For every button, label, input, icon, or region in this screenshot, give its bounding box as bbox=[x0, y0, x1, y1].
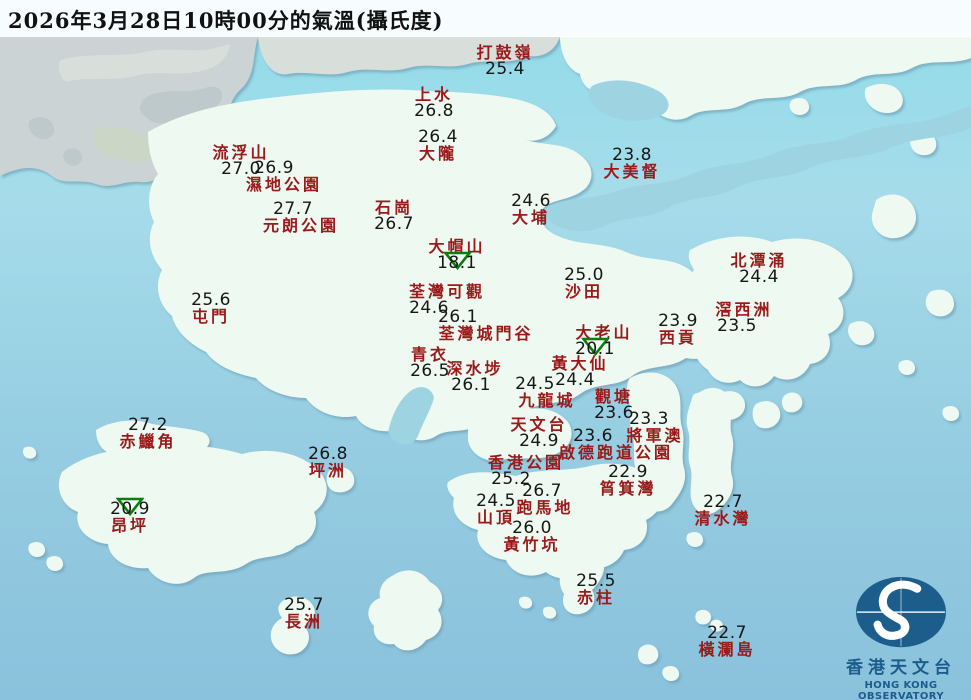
station-tai-mo-shan: 大帽山18.1 bbox=[428, 238, 485, 271]
station-temperature: 20.9 bbox=[110, 501, 150, 517]
station-name: 長洲 bbox=[284, 613, 324, 630]
station-temperature: 24.4 bbox=[730, 269, 787, 285]
station-temperature: 25.7 bbox=[284, 597, 324, 613]
station-temperature: 24.5 bbox=[506, 376, 563, 392]
station-tates-cairn: 大老山20.1 bbox=[575, 324, 632, 357]
hko-logo-icon bbox=[847, 574, 955, 652]
page-title: 2026年3月28日10時00分的氣溫(攝氏度) bbox=[0, 3, 454, 35]
station-sai-kung: 23.9西貢 bbox=[658, 313, 698, 346]
hko-logo: 香港天文台 HONG KONG OBSERVATORY bbox=[826, 574, 971, 700]
station-shau-kei-wan: 22.9筲箕灣 bbox=[599, 464, 656, 497]
station-name: 昂坪 bbox=[110, 517, 150, 534]
station-name: 濕地公園 bbox=[246, 176, 322, 193]
station-stanley: 25.5赤柱 bbox=[576, 573, 616, 606]
station-temperature: 26.1 bbox=[410, 309, 505, 325]
station-name: 屯門 bbox=[191, 308, 231, 325]
station-tuen-mun: 25.6屯門 bbox=[191, 292, 231, 325]
station-pak-tam-chung: 北潭涌24.4 bbox=[730, 252, 787, 285]
station-temperature: 22.7 bbox=[698, 625, 755, 641]
station-waglan-island: 22.7橫瀾島 bbox=[698, 625, 755, 658]
station-temperature: 23.8 bbox=[603, 147, 660, 163]
station-name: 黃竹坑 bbox=[503, 536, 560, 553]
station-name: 跑馬地 bbox=[516, 499, 573, 516]
station-temperature: 23.9 bbox=[658, 313, 698, 329]
station-shek-kong: 石崗26.7 bbox=[374, 199, 414, 232]
station-happy-valley: 26.7跑馬地 bbox=[516, 483, 573, 516]
station-peng-chau: 26.8坪洲 bbox=[308, 446, 348, 479]
station-name: 啟德跑道公園 bbox=[559, 444, 673, 461]
station-temperature: 18.1 bbox=[428, 255, 485, 271]
station-name: 大隴 bbox=[418, 145, 458, 162]
station-temperature: 27.2 bbox=[119, 417, 176, 433]
temperature-map-screen: 2026年3月28日10時00分的氣溫(攝氏度) 打鼓嶺25.4上水26.826… bbox=[0, 0, 971, 700]
station-temperature: 23.3 bbox=[620, 411, 677, 427]
station-tai-lung: 26.4大隴 bbox=[418, 129, 458, 162]
station-kowloon-city: 24.5九龍城 bbox=[518, 376, 575, 409]
station-sheung-shui: 上水26.8 bbox=[414, 86, 454, 119]
station-tai-po: 24.6大埔 bbox=[511, 193, 551, 226]
station-temperature: 24.6 bbox=[511, 193, 551, 209]
station-kau-sai-chau: 滘西洲23.5 bbox=[715, 301, 772, 334]
station-temperature: 24.5 bbox=[476, 493, 516, 509]
station-wong-chuk-hang: 26.0黃竹坑 bbox=[503, 520, 560, 553]
station-tsuen-wan-shing-mun-valley: 26.1荃灣城門谷 bbox=[438, 309, 533, 342]
station-yuen-long-park: 27.7元朗公園 bbox=[263, 201, 339, 234]
station-temperature: 23.5 bbox=[708, 318, 765, 334]
station-temperature: 26.7 bbox=[374, 216, 414, 232]
station-wetland-park: 26.9濕地公園 bbox=[246, 160, 322, 193]
station-temperature: 22.9 bbox=[599, 464, 656, 480]
station-name: 赤鱲角 bbox=[119, 433, 176, 450]
station-name: 九龍城 bbox=[518, 392, 575, 409]
station-name: 大埔 bbox=[511, 209, 551, 226]
station-kai-tak-runway-park: 23.6啟德跑道公園 bbox=[559, 428, 673, 461]
station-tai-mei-tuk: 23.8大美督 bbox=[603, 147, 660, 180]
hko-logo-name-en: HONG KONG OBSERVATORY bbox=[826, 680, 971, 700]
station-name: 荃灣城門谷 bbox=[438, 325, 533, 342]
station-temperature: 25.4 bbox=[476, 61, 533, 77]
station-temperature: 26.7 bbox=[513, 483, 570, 499]
station-name: 西貢 bbox=[658, 329, 698, 346]
station-temperature: 25.0 bbox=[564, 267, 604, 283]
station-name: 赤柱 bbox=[576, 589, 616, 606]
station-temperature: 26.8 bbox=[414, 103, 454, 119]
station-temperature: 26.9 bbox=[236, 160, 312, 176]
station-temperature: 26.4 bbox=[418, 129, 458, 145]
station-sham-shui-po: 深水埗26.1 bbox=[446, 360, 503, 393]
station-name: 坪洲 bbox=[308, 462, 348, 479]
station-temperature: 27.7 bbox=[255, 201, 331, 217]
station-name: 清水灣 bbox=[694, 510, 751, 527]
station-sha-tin: 25.0沙田 bbox=[564, 267, 604, 300]
title-bar: 2026年3月28日10時00分的氣溫(攝氏度) bbox=[0, 0, 971, 37]
station-clear-water-bay: 22.7清水灣 bbox=[694, 494, 751, 527]
station-ta-kwu-ling: 打鼓嶺25.4 bbox=[476, 44, 533, 77]
station-tsing-yi: 青衣26.5 bbox=[410, 346, 450, 379]
station-temperature: 26.0 bbox=[503, 520, 560, 536]
station-cheung-chau: 25.7長洲 bbox=[284, 597, 324, 630]
station-name: 橫瀾島 bbox=[698, 641, 755, 658]
station-name: 筲箕灣 bbox=[599, 480, 656, 497]
station-name: 元朗公園 bbox=[263, 217, 339, 234]
station-temperature: 23.6 bbox=[536, 428, 650, 444]
station-chek-lap-kok: 27.2赤鱲角 bbox=[119, 417, 176, 450]
station-name: 大美督 bbox=[603, 163, 660, 180]
station-temperature: 22.7 bbox=[694, 494, 751, 510]
hko-logo-name-cn: 香港天文台 bbox=[826, 653, 971, 678]
station-name: 沙田 bbox=[564, 283, 604, 300]
station-temperature: 26.8 bbox=[308, 446, 348, 462]
station-temperature: 26.1 bbox=[442, 377, 499, 393]
station-temperature: 25.6 bbox=[191, 292, 231, 308]
station-ngong-ping: 20.9昂坪 bbox=[110, 501, 150, 534]
station-temperature: 25.5 bbox=[576, 573, 616, 589]
